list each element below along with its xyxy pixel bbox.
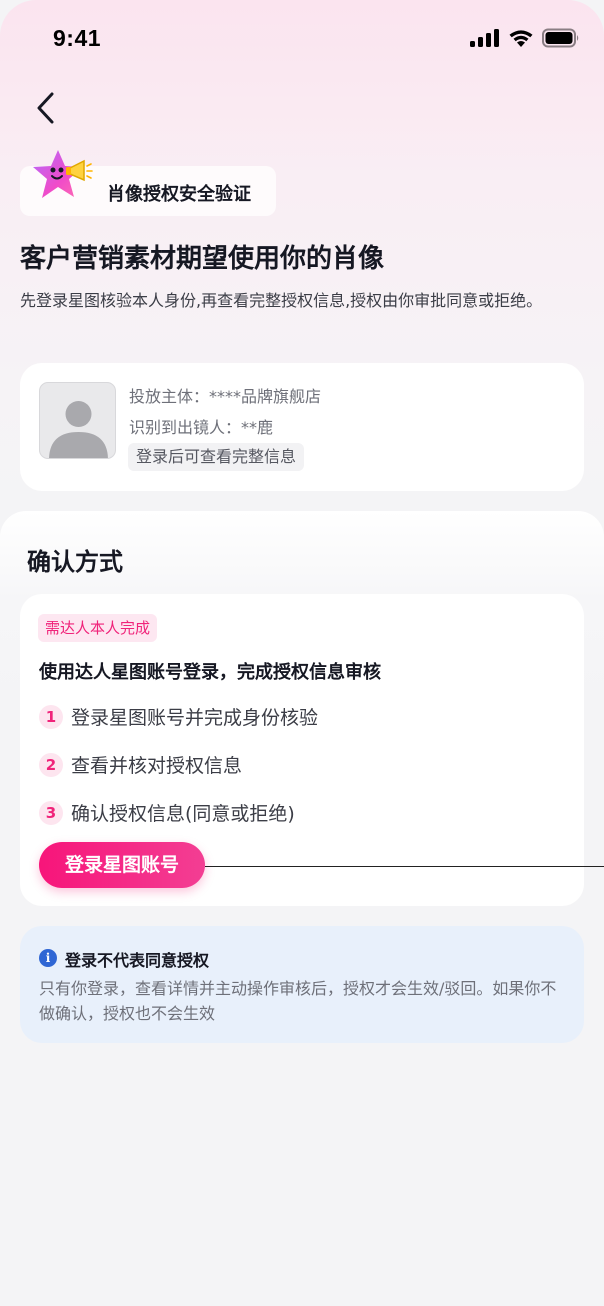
login-hint-tag: 登录后可查看完整信息 [128,443,305,471]
step-text: 查看并核对授权信息 [71,755,243,777]
status-time: 9:41 [53,25,102,51]
step-number-badge: 2 [39,752,63,777]
step-item: 1 登录星图账号并完成身份核验 [39,703,318,730]
advertiser-text: 投放主体：****品牌旗舰店 [129,387,322,406]
status-icons [470,28,580,48]
avatar-placeholder-icon [49,401,108,458]
signal-icon [470,29,499,47]
detected-person-text: 识别到出镜人：**鹿 [129,418,274,437]
battery-icon [542,28,579,48]
authorization-info-card: 投放主体：****品牌旗舰店 识别到出镜人：**鹿 登录后可查看完整信息 [20,363,584,491]
step-item: 2 查看并核对授权信息 [39,751,242,778]
wifi-icon [509,29,533,47]
confirm-method-card: 需达人本人完成 使用达人星图账号登录，完成授权信息审核 1 登录星图账号并完成身… [20,594,584,906]
back-button[interactable] [26,88,66,128]
avatar [39,382,116,459]
chevron-left-icon [37,92,54,124]
step-item: 3 确认授权信息(同意或拒绝) [39,799,295,826]
info-icon: i [39,949,57,967]
notice-title: 登录不代表同意授权 [65,951,210,970]
connector-line [205,866,604,867]
page-subtitle: 先登录星图核验本人身份,再查看完整授权信息,授权由你审批同意或拒绝。 [20,291,543,310]
page-title: 客户营销素材期望使用你的肖像 [20,244,385,274]
phone-screen: 9:41 肖像授权安全验证 客户营销素材期望使用你的肖像 先登录星图核验本人身份… [0,0,604,1306]
section-title: 确认方式 [27,548,123,576]
step-text: 确认授权信息(同意或拒绝) [71,803,295,825]
status-bar: 9:41 [0,0,604,78]
method-title: 使用达人星图账号登录，完成授权信息审核 [39,662,381,683]
login-xingtu-button[interactable]: 登录星图账号 [39,842,205,888]
chip-label: 肖像授权安全验证 [107,184,251,205]
step-number-badge: 3 [39,800,63,825]
star-megaphone-icon [33,150,93,198]
notice-body: 只有你登录，查看详情并主动操作审核后，授权才会生效/驳回。如果你不做确认，授权也… [39,979,557,1023]
notice-card: i 登录不代表同意授权 只有你登录，查看详情并主动操作审核后，授权才会生效/驳回… [20,926,584,1043]
requirement-tag: 需达人本人完成 [38,614,158,642]
step-text: 登录星图账号并完成身份核验 [71,707,319,729]
step-number-badge: 1 [39,704,63,729]
